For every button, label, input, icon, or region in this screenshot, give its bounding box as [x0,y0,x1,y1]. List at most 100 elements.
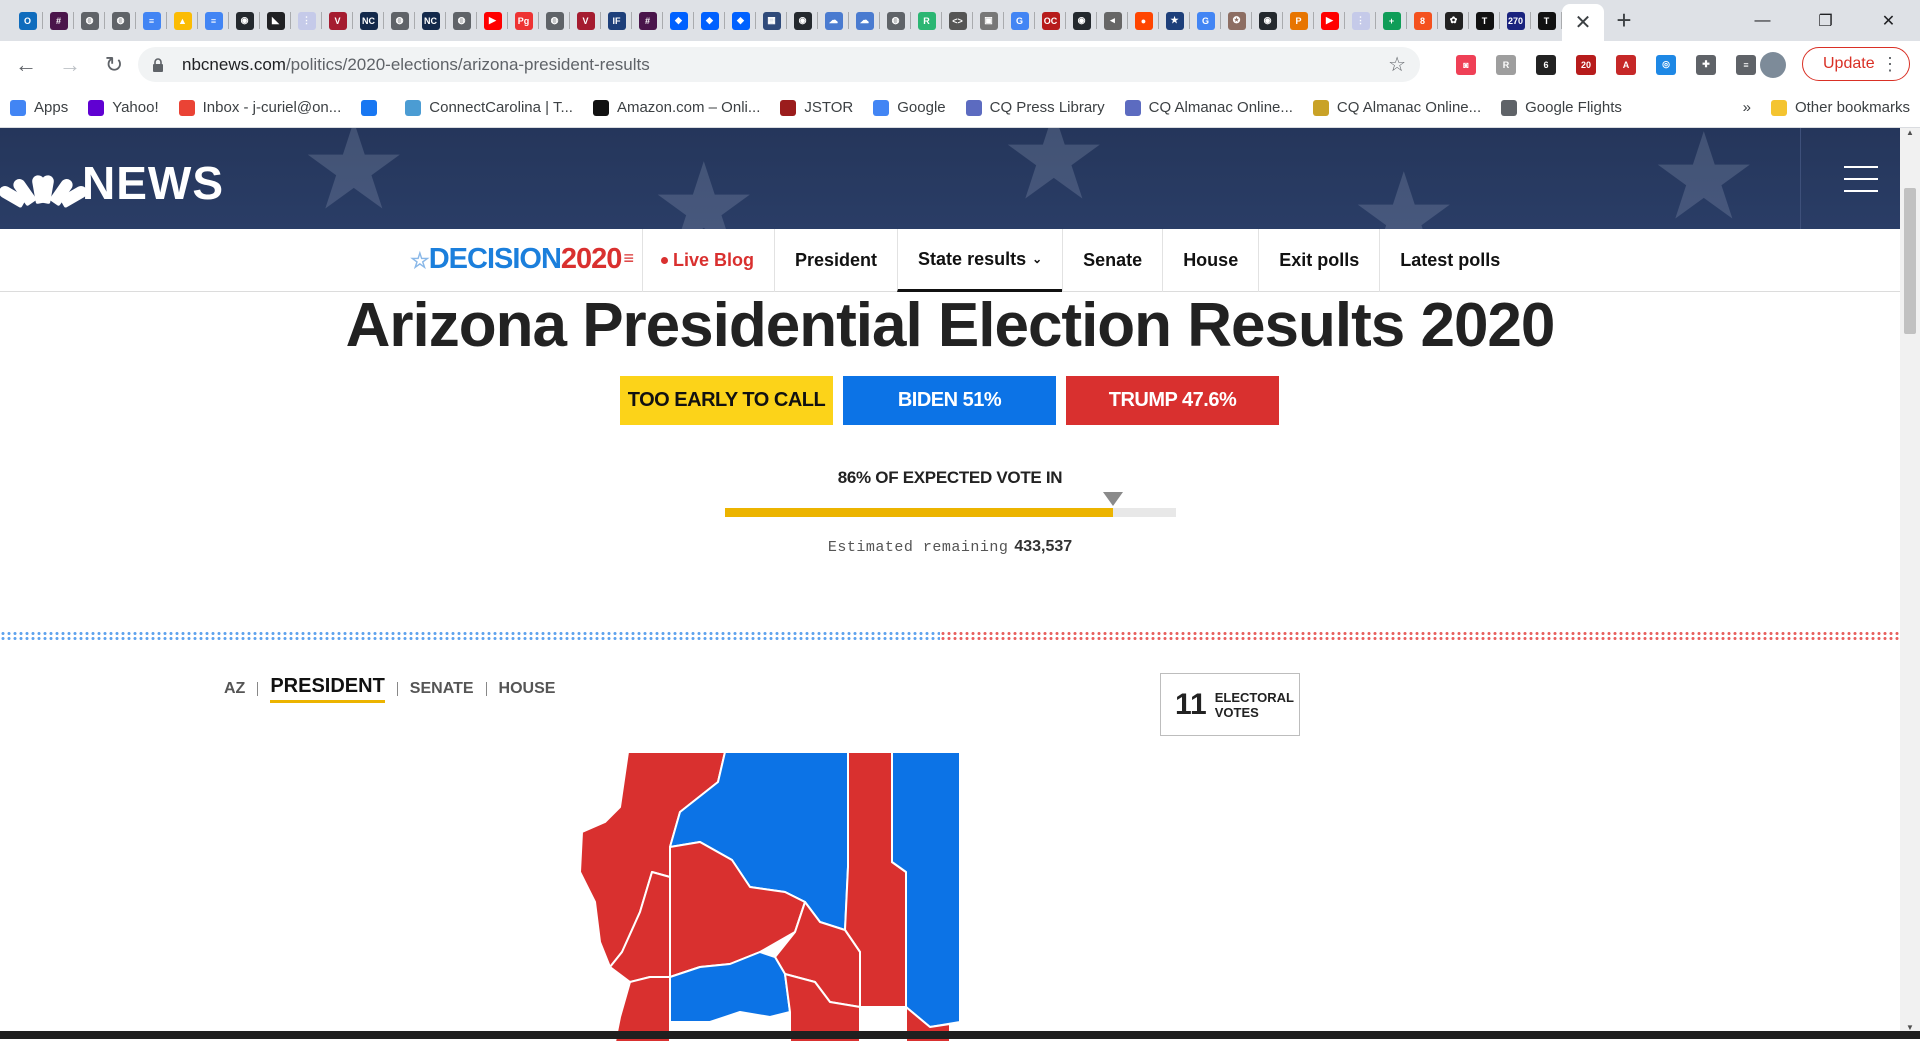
browser-tab[interactable]: + [1376,0,1407,41]
bookmark-item[interactable] [351,93,395,123]
browser-tab[interactable]: # [43,0,74,41]
maximize-button[interactable]: ❐ [1794,0,1857,41]
update-button[interactable]: Update ⋮ [1802,47,1910,81]
nav-latest-polls[interactable]: Latest polls [1379,229,1520,292]
browser-tab[interactable]: ◍ [880,0,911,41]
browser-tab[interactable]: ● [1128,0,1159,41]
bookmark-item[interactable]: Google [863,93,955,123]
browser-tab[interactable]: ★ [1159,0,1190,41]
extension-button[interactable]: 6 [1526,54,1566,75]
scroll-up-icon[interactable]: ▲ [1900,128,1920,144]
browser-tab[interactable]: ◍ [105,0,136,41]
race-tab-senate[interactable]: SENATE [398,680,486,698]
browser-tab[interactable]: ◍ [446,0,477,41]
close-tab-icon[interactable]: ✕ [1575,10,1592,35]
scroll-thumb[interactable] [1904,188,1916,334]
browser-tab[interactable]: ▣ [973,0,1004,41]
nav-house[interactable]: House [1162,229,1258,292]
more-menu-icon[interactable]: ⋮ [1881,54,1899,75]
browser-tab[interactable]: ◆ [663,0,694,41]
browser-tab[interactable]: ☁ [849,0,880,41]
decision-2020-logo[interactable]: ☆DECISION2020 ≡ [410,243,634,276]
browser-tab[interactable]: NC [353,0,384,41]
extension-button[interactable]: ◙ [1446,54,1486,75]
browser-tab[interactable]: ◉ [229,0,260,41]
browser-tab[interactable]: V [322,0,353,41]
nav-senate[interactable]: Senate [1062,229,1162,292]
browser-tab[interactable]: ≡ [198,0,229,41]
url-text[interactable]: nbcnews.com/politics/2020-elections/ariz… [182,55,650,75]
page-scrollbar[interactable]: ▲ ▼ [1900,128,1920,1039]
bookmark-item[interactable]: Yahoo! [78,93,168,123]
browser-tab[interactable]: ☁ [818,0,849,41]
bookmarks-overflow-button[interactable]: » [1733,93,1761,123]
browser-tab[interactable]: ◣ [260,0,291,41]
browser-tab[interactable]: ◉ [1066,0,1097,41]
bookmark-star-icon[interactable]: ☆ [1388,52,1406,77]
browser-tab[interactable]: G [1004,0,1035,41]
nav-exit-polls[interactable]: Exit polls [1258,229,1379,292]
profile-avatar[interactable] [1760,52,1786,78]
browser-tab[interactable]: NC [415,0,446,41]
extension-button[interactable]: 20 [1566,54,1606,75]
browser-tab[interactable]: ◍ [539,0,570,41]
browser-tab[interactable]: # [632,0,663,41]
extension-button[interactable]: ◎ [1646,54,1686,75]
browser-tab[interactable]: P [1283,0,1314,41]
bookmark-item[interactable]: CQ Almanac Online... [1303,93,1491,123]
browser-tab[interactable]: ◉ [787,0,818,41]
bookmark-item[interactable]: Amazon.com – Onli... [583,93,770,123]
bookmark-item[interactable]: ConnectCarolina | T... [395,93,583,123]
browser-tab[interactable]: OC [1035,0,1066,41]
browser-tab[interactable]: ≡ [136,0,167,41]
browser-tab[interactable]: O [12,0,43,41]
browser-tab[interactable]: 8 [1407,0,1438,41]
bookmark-item[interactable]: Inbox - j-curiel@on... [169,93,352,123]
browser-tab[interactable]: IF [601,0,632,41]
browser-tab[interactable]: 270 [1500,0,1531,41]
minimize-button[interactable]: — [1731,0,1794,41]
browser-tab[interactable]: G [1190,0,1221,41]
bookmark-item[interactable]: Apps [0,93,78,123]
nbc-news-logo[interactable]: NEWS [0,156,224,210]
bookmark-item[interactable]: Google Flights [1491,93,1632,123]
forward-button[interactable]: → [52,47,88,83]
browser-tab[interactable]: ▲ [167,0,198,41]
race-tab-state[interactable]: AZ [224,680,257,698]
browser-tab[interactable]: ⋮ [291,0,322,41]
browser-tab[interactable]: ◍ [384,0,415,41]
browser-tab[interactable]: R [911,0,942,41]
active-tab[interactable]: ✕ [1562,4,1604,41]
browser-tab[interactable]: ▦ [756,0,787,41]
reload-button[interactable]: ↻ [96,47,132,83]
back-button[interactable]: ← [8,47,44,83]
nav-president[interactable]: President [774,229,897,292]
browser-tab[interactable]: ✿ [1438,0,1469,41]
bookmark-item[interactable]: JSTOR [770,93,863,123]
browser-tab[interactable]: ✪ [1221,0,1252,41]
extension-button[interactable]: R [1486,54,1526,75]
extension-button[interactable]: ✚ [1686,54,1726,75]
browser-tab[interactable]: <> [942,0,973,41]
extension-button[interactable]: A [1606,54,1646,75]
browser-tab[interactable]: ▶ [477,0,508,41]
address-bar[interactable]: nbcnews.com/politics/2020-elections/ariz… [138,47,1420,82]
race-tab-president[interactable]: PRESIDENT [270,675,385,703]
bookmark-item[interactable]: CQ Press Library [956,93,1115,123]
bookmark-item[interactable]: CQ Almanac Online... [1115,93,1303,123]
nav-live-blog[interactable]: Live Blog [642,229,774,292]
other-bookmarks[interactable]: Other bookmarks [1761,93,1920,123]
browser-tab[interactable]: ◍ [74,0,105,41]
browser-tab[interactable]: ▶ [1314,0,1345,41]
browser-tab[interactable]: ◆ [694,0,725,41]
browser-tab[interactable]: T [1469,0,1500,41]
nav-state-results[interactable]: State results ⌄ [897,229,1063,292]
race-tab-house[interactable]: HOUSE [487,680,568,698]
browser-tab[interactable]: V [570,0,601,41]
browser-tab[interactable]: T [1531,0,1562,41]
close-window-button[interactable]: ✕ [1857,0,1920,41]
new-tab-button[interactable]: + [1604,0,1644,41]
browser-tab[interactable]: ⋮ [1345,0,1376,41]
browser-tab[interactable]: ◂ [1097,0,1128,41]
browser-tab[interactable]: ◆ [725,0,756,41]
